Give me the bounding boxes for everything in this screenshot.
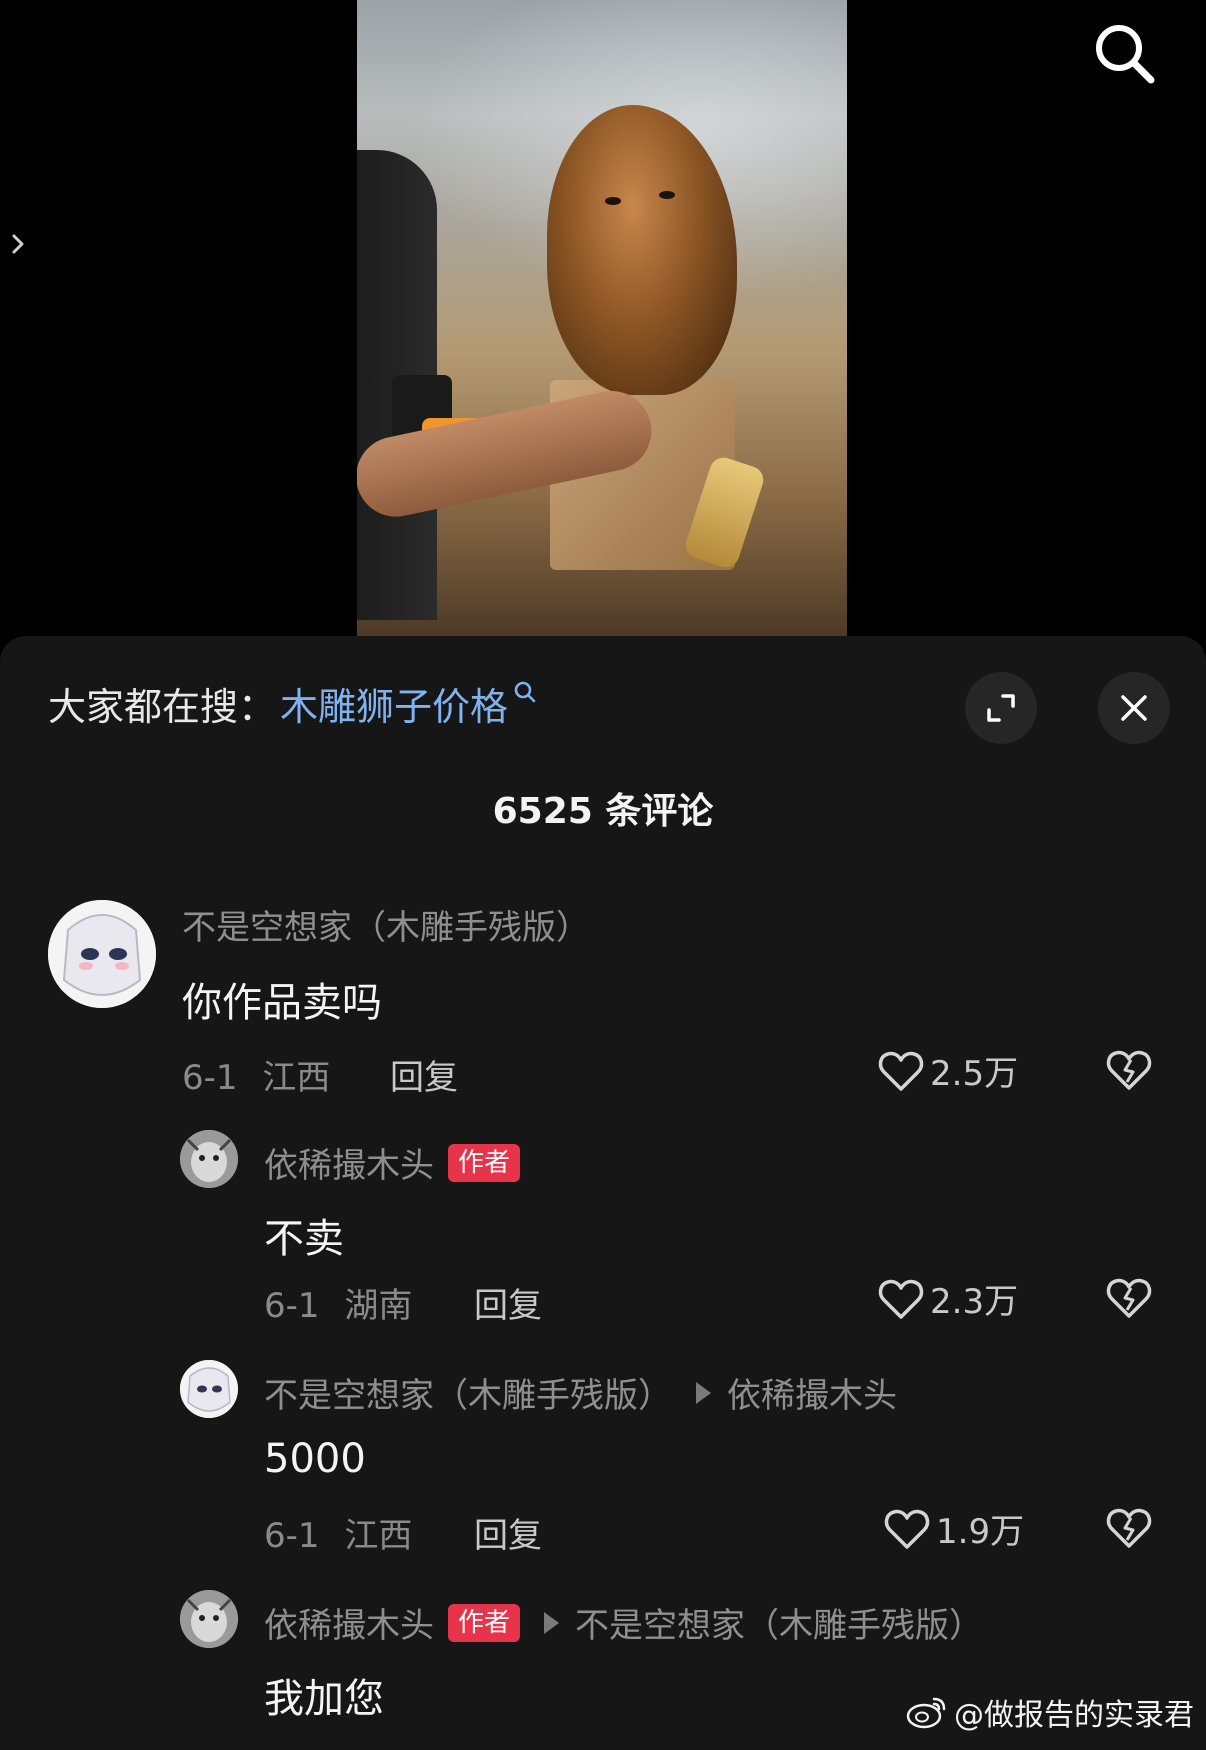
reply-username-row: 依稀撮木头 作者: [264, 1138, 521, 1187]
like-count: 1.9万: [936, 1512, 1025, 1552]
reply-item: 不是空想家（木雕手残版） 依稀撮木头 5000 6-1 江西 回复 1.9万: [0, 1360, 1206, 1570]
reply-arrow-icon: [544, 1611, 560, 1634]
lion-eye: [605, 197, 621, 205]
close-icon: [1121, 695, 1147, 721]
comment-text: 你作品卖吗: [182, 980, 382, 1026]
comment-text: 我加您: [264, 1676, 384, 1722]
reply-username-row: 不是空想家（木雕手残版） 依稀撮木头: [264, 1368, 897, 1417]
avatar[interactable]: [180, 1360, 238, 1418]
suggestion-prefix: 大家都在搜：: [48, 685, 277, 729]
close-button[interactable]: [1098, 672, 1170, 744]
heart-icon: [878, 1279, 924, 1319]
dislike-button[interactable]: [1106, 1048, 1152, 1096]
heart-icon: [878, 1051, 924, 1091]
broken-heart-icon: [1106, 1508, 1152, 1548]
comment-username[interactable]: 不是空想家（木雕手残版）: [264, 1368, 672, 1417]
lion-eye: [659, 191, 675, 199]
dislike-button[interactable]: [1106, 1506, 1152, 1554]
comment-location: 江西: [262, 1058, 331, 1098]
comment-item: 不是空想家（木雕手残版） 你作品卖吗 6-1 江西 回复 2.5万: [0, 900, 1206, 1140]
avatar[interactable]: [48, 900, 156, 1008]
watermark-text: @做报告的实录君: [954, 1698, 1194, 1733]
comment-username[interactable]: 依稀撮木头: [264, 1598, 434, 1647]
video-player[interactable]: [0, 0, 1206, 640]
reply-arrow-icon: [696, 1381, 711, 1404]
reply-to-username[interactable]: 依稀撮木头: [727, 1368, 897, 1417]
suggestion-query-link[interactable]: 木雕狮子价格: [280, 676, 508, 731]
comment-count: 6525 条评论: [492, 791, 714, 832]
reply-button[interactable]: 回复: [474, 1278, 542, 1327]
comment-meta: 6-1 湖南: [264, 1278, 412, 1327]
like-count: 2.5万: [930, 1054, 1019, 1094]
broken-heart-icon: [1106, 1050, 1152, 1090]
watermark: @做报告的实录君: [906, 1690, 1194, 1734]
reply-button[interactable]: 回复: [390, 1050, 458, 1099]
like-button[interactable]: 1.9万: [884, 1504, 1024, 1553]
app-screen: 大家都在搜： 木雕狮子价格 6525 条评论 不是空想家（木雕手残版） 你作品卖…: [0, 0, 1206, 1750]
comment-sheet: 大家都在搜： 木雕狮子价格 6525 条评论 不是空想家（木雕手残版） 你作品卖…: [0, 636, 1206, 1750]
comment-meta: 6-1 江西: [264, 1508, 412, 1557]
avatar[interactable]: [180, 1590, 238, 1648]
comment-date: 6-1: [182, 1058, 238, 1098]
broken-heart-icon: [1106, 1278, 1152, 1318]
reply-to-username[interactable]: 不是空想家（木雕手残版）: [575, 1598, 983, 1647]
reply-username-row: 依稀撮木头 作者 不是空想家（木雕手残版）: [264, 1598, 983, 1647]
author-badge: 作者: [448, 1603, 521, 1642]
search-suggestion[interactable]: 大家都在搜： 木雕狮子价格: [48, 676, 538, 731]
author-badge: 作者: [448, 1143, 521, 1182]
comment-meta: 6-1 江西: [182, 1050, 330, 1099]
comment-date: 6-1: [264, 1516, 320, 1556]
like-button[interactable]: 2.3万: [878, 1274, 1018, 1323]
video-frame[interactable]: [357, 0, 847, 640]
search-icon: [514, 681, 536, 702]
comment-date: 6-1: [264, 1286, 320, 1326]
comment-username[interactable]: 依稀撮木头: [264, 1138, 434, 1187]
comment-location: 江西: [344, 1516, 413, 1556]
reply-item: 依稀撮木头 作者 不卖 6-1 湖南 回复 2.3万: [0, 1130, 1206, 1340]
expand-icon: [987, 694, 1015, 722]
comment-username[interactable]: 不是空想家（木雕手残版）: [182, 900, 590, 949]
like-count: 2.3万: [930, 1282, 1019, 1322]
chevron-right-icon[interactable]: [6, 232, 30, 256]
comment-location: 湖南: [344, 1286, 413, 1326]
reply-button[interactable]: 回复: [474, 1508, 542, 1557]
heart-icon: [884, 1509, 930, 1549]
weibo-icon: [906, 1697, 946, 1729]
expand-button[interactable]: [965, 672, 1037, 744]
avatar[interactable]: [180, 1130, 238, 1188]
dislike-button[interactable]: [1106, 1276, 1152, 1324]
like-button[interactable]: 2.5万: [878, 1046, 1018, 1095]
comment-text: 不卖: [264, 1216, 344, 1262]
comment-text: 5000: [264, 1436, 366, 1482]
search-icon[interactable]: [1085, 14, 1165, 94]
